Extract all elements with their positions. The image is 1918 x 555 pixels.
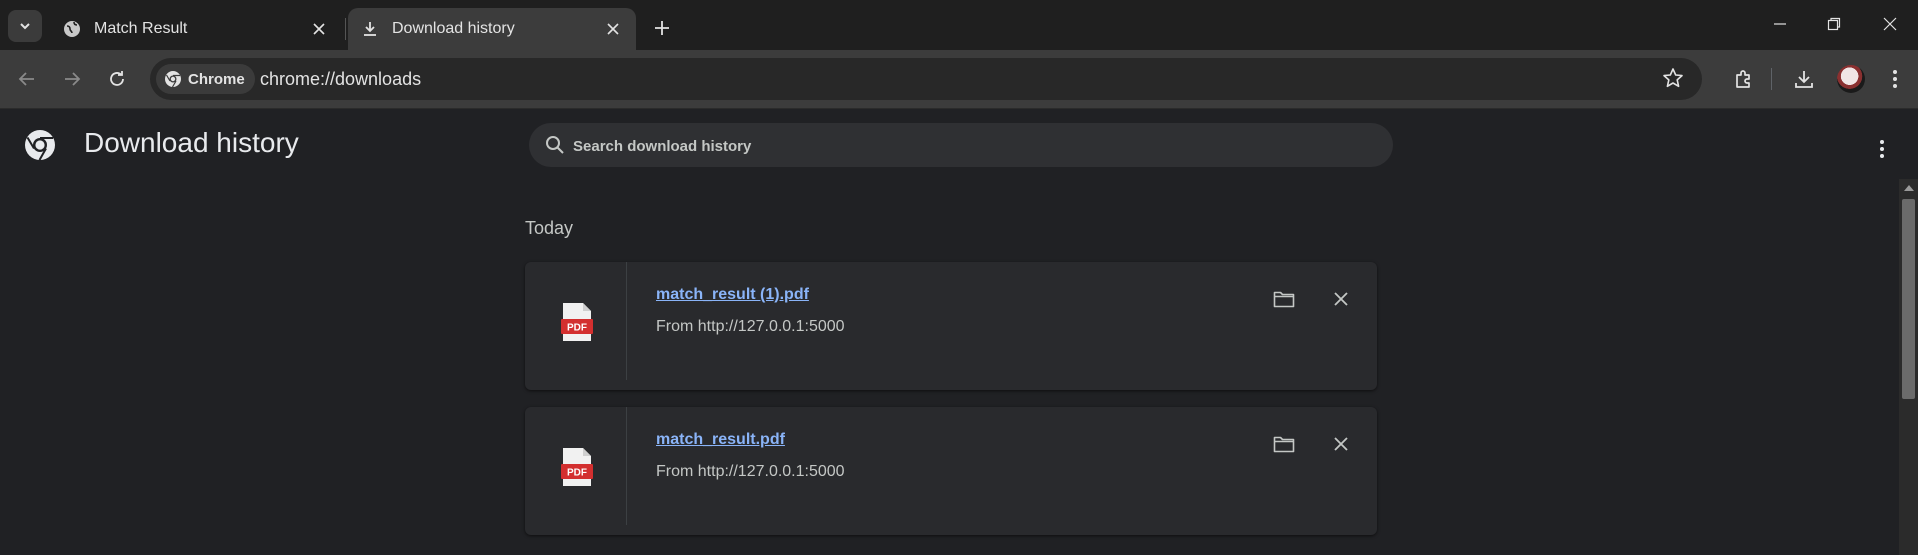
download-source: From http://127.0.0.1:5000 xyxy=(656,318,845,335)
tab-match-result[interactable]: Match Result xyxy=(50,8,342,50)
restore-icon xyxy=(1827,17,1841,31)
globe-icon xyxy=(62,19,82,39)
back-button[interactable] xyxy=(10,62,44,96)
extensions-button[interactable] xyxy=(1731,66,1757,92)
tab-search-button[interactable] xyxy=(8,10,42,42)
file-link[interactable]: match_result (1).pdf xyxy=(656,286,809,304)
page-title: Download history xyxy=(84,127,299,158)
tab-download-history[interactable]: Download history xyxy=(348,8,636,50)
forward-button[interactable] xyxy=(55,62,89,96)
pdf-file-icon: PDF xyxy=(561,447,593,487)
puzzle-icon xyxy=(1736,70,1750,88)
url-text[interactable]: chrome://downloads xyxy=(260,58,421,100)
address-bar[interactable]: Chrome chrome://downloads xyxy=(150,58,1702,100)
card-divider xyxy=(626,407,627,525)
arrow-left-icon xyxy=(18,72,34,86)
site-info-chip[interactable]: Chrome xyxy=(156,64,255,94)
close-icon xyxy=(1883,17,1897,31)
date-heading: Today xyxy=(525,218,574,238)
chip-label: Chrome xyxy=(188,70,245,88)
downloads-header: Download history xyxy=(0,109,1918,179)
download-item: PDF match_result (1).pdf From http://127… xyxy=(525,262,1377,390)
more-vertical-icon xyxy=(1893,70,1897,88)
search-bar[interactable] xyxy=(529,123,1393,169)
close-icon xyxy=(1334,437,1348,451)
arrow-right-icon xyxy=(65,72,81,86)
file-link[interactable]: match_result.pdf xyxy=(656,431,785,449)
profile-avatar[interactable] xyxy=(1837,65,1865,93)
bookmark-star-icon[interactable] xyxy=(1662,67,1686,91)
remove-from-list-button[interactable] xyxy=(1328,286,1354,312)
tab-title: Download history xyxy=(392,20,515,37)
tab-strip: Match Result Download history xyxy=(0,0,1918,50)
close-tab-icon[interactable] xyxy=(308,18,330,40)
folder-icon xyxy=(1273,291,1295,308)
chevron-down-icon xyxy=(20,23,30,30)
close-window-button[interactable] xyxy=(1862,0,1918,48)
remove-from-list-button[interactable] xyxy=(1328,431,1354,457)
downloads-button[interactable] xyxy=(1791,66,1817,92)
scroll-thumb[interactable] xyxy=(1902,199,1915,399)
chrome-logo-icon xyxy=(164,70,182,88)
toolbar-separator xyxy=(1771,68,1772,90)
download-icon xyxy=(360,19,380,39)
file-type-label: PDF xyxy=(567,468,587,479)
browser-toolbar: Chrome chrome://downloads xyxy=(0,50,1918,109)
close-icon xyxy=(1334,292,1348,306)
show-in-folder-button[interactable] xyxy=(1271,286,1297,312)
download-icon xyxy=(1795,71,1813,88)
search-icon xyxy=(545,135,565,155)
reload-button[interactable] xyxy=(100,62,134,96)
minimize-icon xyxy=(1774,23,1786,25)
more-vertical-icon xyxy=(1880,140,1884,158)
chrome-menu-button[interactable] xyxy=(1882,66,1908,92)
scroll-up-arrow-icon[interactable] xyxy=(1904,185,1914,191)
file-type-label: PDF xyxy=(567,323,587,334)
reload-icon xyxy=(110,71,124,86)
page-menu-button[interactable] xyxy=(1870,137,1894,161)
show-in-folder-button[interactable] xyxy=(1271,431,1297,457)
search-input[interactable] xyxy=(571,123,1355,169)
download-item: PDF match_result.pdf From http://127.0.0… xyxy=(525,407,1377,535)
new-tab-button[interactable] xyxy=(648,14,676,42)
close-tab-icon[interactable] xyxy=(602,18,624,40)
tab-title: Match Result xyxy=(94,20,188,37)
pdf-file-icon: PDF xyxy=(561,302,593,342)
card-divider xyxy=(626,262,627,380)
folder-icon xyxy=(1273,436,1295,453)
minimize-button[interactable] xyxy=(1752,0,1808,48)
page-scrollbar[interactable] xyxy=(1899,179,1918,555)
restore-button[interactable] xyxy=(1806,0,1862,48)
plus-icon xyxy=(655,21,669,35)
tab-separator xyxy=(345,18,346,40)
download-source: From http://127.0.0.1:5000 xyxy=(656,463,845,480)
chrome-logo-icon xyxy=(24,129,56,161)
